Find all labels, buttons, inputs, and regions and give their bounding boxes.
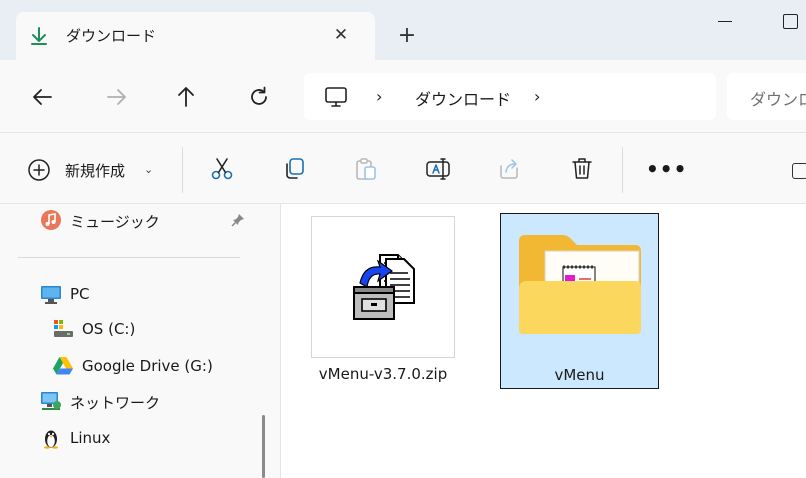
up-button[interactable] — [173, 84, 199, 110]
zip-archive-icon — [353, 254, 415, 320]
chevron-down-icon: ⌄ — [144, 163, 154, 176]
sidebar-item-label: Linux — [70, 429, 111, 447]
search-placeholder: ダウンロ — [750, 90, 806, 109]
delete-button[interactable] — [569, 156, 595, 182]
paste-button[interactable] — [353, 156, 379, 182]
copy-icon — [286, 158, 304, 179]
download-icon — [31, 27, 47, 45]
copy-button[interactable] — [281, 156, 307, 182]
toolbar-divider — [622, 147, 623, 193]
new-button-label: 新規作成 — [65, 162, 126, 180]
sidebar-item-label: ミュージック — [70, 213, 160, 231]
close-icon[interactable]: ✕ — [330, 24, 352, 46]
back-button[interactable] — [30, 84, 56, 110]
sidebar-item-linux[interactable]: Linux — [40, 427, 240, 451]
rename-icon — [426, 158, 450, 180]
sidebar-item-google-drive[interactable]: Google Drive (G:) — [52, 355, 272, 379]
new-tab-button[interactable]: + — [395, 24, 419, 48]
monitor-icon — [41, 286, 61, 304]
view-icon[interactable] — [792, 163, 806, 179]
sidebar-item-label: OS (C:) — [82, 320, 136, 338]
google-drive-icon — [53, 357, 73, 375]
refresh-icon — [251, 86, 267, 105]
sidebar-item-os-drive[interactable]: OS (C:) — [52, 318, 252, 342]
penguin-icon — [44, 430, 58, 449]
command-bar: 新規作成 ⌄ ••• — [0, 132, 806, 204]
sidebar-scrollbar[interactable] — [262, 415, 265, 478]
file-name: vMenu-v3.7.0.zip — [318, 365, 448, 383]
sidebar-item-label: ネットワーク — [70, 394, 161, 412]
file-item-folder[interactable]: vMenu — [500, 213, 659, 389]
toolbar-divider — [182, 147, 183, 193]
pin-icon[interactable] — [231, 213, 245, 227]
cut-button[interactable] — [209, 156, 235, 182]
navigation-bar: › ダウンロード › ダウンロ — [0, 60, 806, 132]
sidebar-divider — [18, 257, 240, 258]
more-options-button[interactable]: ••• — [646, 157, 687, 181]
scissors-icon — [211, 158, 233, 180]
network-icon — [41, 392, 61, 410]
plus-circle-icon — [28, 159, 50, 181]
arrow-right-icon — [107, 89, 126, 105]
sidebar-item-network[interactable]: ネットワーク — [40, 390, 240, 414]
file-name: vMenu — [554, 366, 605, 384]
clipboard-icon — [356, 158, 376, 180]
trash-icon — [572, 158, 592, 179]
folder-icon — [519, 235, 641, 334]
title-bar: ダウンロード ✕ + — [0, 0, 806, 60]
forward-button[interactable] — [103, 84, 129, 110]
sidebar-item-music[interactable]: ミュージック — [40, 209, 250, 233]
sidebar-item-label: PC — [70, 285, 90, 303]
share-icon — [500, 159, 518, 179]
monitor-icon — [325, 87, 347, 107]
sidebar-item-pc[interactable]: PC — [40, 283, 240, 307]
breadcrumb-chevron-icon[interactable]: › — [376, 87, 382, 106]
breadcrumb-downloads[interactable]: ダウンロード — [415, 86, 511, 110]
maximize-icon[interactable] — [783, 14, 798, 29]
rename-button[interactable] — [425, 156, 451, 182]
refresh-button[interactable] — [246, 84, 272, 110]
tab-downloads[interactable]: ダウンロード ✕ — [16, 12, 375, 60]
file-thumbnail — [311, 216, 455, 358]
drive-icon — [54, 320, 73, 337]
address-bar[interactable]: › ダウンロード › — [304, 73, 716, 120]
search-input[interactable]: ダウンロ — [727, 73, 806, 120]
share-button[interactable] — [497, 156, 523, 182]
breadcrumb-chevron-icon[interactable]: › — [534, 87, 540, 106]
music-icon — [41, 210, 61, 230]
arrow-left-icon — [33, 89, 52, 105]
arrow-up-icon — [178, 87, 194, 107]
tab-title: ダウンロード — [66, 27, 157, 45]
file-item-zip[interactable]: vMenu-v3.7.0.zip — [310, 216, 456, 388]
minimize-icon[interactable] — [718, 21, 732, 22]
sidebar-item-label: Google Drive (G:) — [82, 357, 213, 375]
